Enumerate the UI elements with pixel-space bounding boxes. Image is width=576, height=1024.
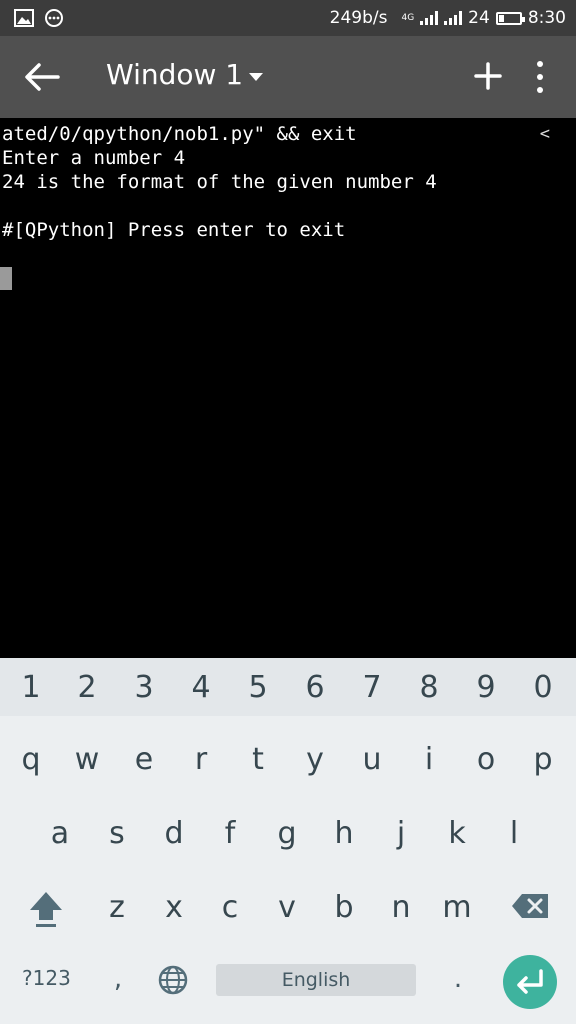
- key-k[interactable]: k: [434, 814, 480, 854]
- key-6[interactable]: 6: [292, 668, 338, 708]
- shift-icon[interactable]: [26, 888, 66, 930]
- key-4[interactable]: 4: [178, 668, 224, 708]
- terminal-output[interactable]: ated/0/qpython/nob1.py" && exit Enter a …: [0, 118, 576, 658]
- key-p[interactable]: p: [520, 740, 566, 780]
- soft-keyboard: 1 2 3 4 5 6 7 8 9 0 q w e r t y u i o p …: [0, 658, 576, 1024]
- key-c[interactable]: c: [207, 888, 253, 928]
- key-7[interactable]: 7: [349, 668, 395, 708]
- more-vert-icon[interactable]: [528, 58, 552, 96]
- comma-key[interactable]: ,: [108, 964, 128, 994]
- chat-icon: [45, 9, 63, 27]
- status-bar: 249b/s 4G 24 8:30: [0, 0, 576, 36]
- key-a[interactable]: a: [37, 814, 83, 854]
- terminal-line: #[QPython] Press enter to exit: [2, 219, 346, 241]
- signal-icon: [444, 11, 463, 25]
- key-f[interactable]: f: [207, 814, 253, 854]
- key-e[interactable]: e: [121, 740, 167, 780]
- plus-icon[interactable]: [470, 58, 506, 94]
- key-0[interactable]: 0: [520, 668, 566, 708]
- terminal-line: ated/0/qpython/nob1.py" && exit: [2, 123, 357, 145]
- network-speed: 249b/s: [329, 8, 388, 28]
- page-title: Window 1: [106, 58, 244, 91]
- key-3[interactable]: 3: [121, 668, 167, 708]
- key-g[interactable]: g: [264, 814, 310, 854]
- key-v[interactable]: v: [264, 888, 310, 928]
- terminal-line: Enter a number 4: [2, 147, 186, 169]
- key-o[interactable]: o: [463, 740, 509, 780]
- key-5[interactable]: 5: [235, 668, 281, 708]
- key-z[interactable]: z: [94, 888, 140, 928]
- key-s[interactable]: s: [94, 814, 140, 854]
- key-j[interactable]: j: [378, 814, 424, 854]
- network-type: 4G: [401, 13, 415, 23]
- key-x[interactable]: x: [151, 888, 197, 928]
- key-b[interactable]: b: [321, 888, 367, 928]
- key-t[interactable]: t: [235, 740, 281, 780]
- key-1[interactable]: 1: [8, 668, 54, 708]
- enter-icon: [517, 969, 543, 994]
- symbols-key[interactable]: ?123: [22, 966, 71, 990]
- key-d[interactable]: d: [151, 814, 197, 854]
- key-w[interactable]: w: [64, 740, 110, 780]
- key-8[interactable]: 8: [406, 668, 452, 708]
- terminal-cursor: [0, 267, 12, 290]
- globe-icon[interactable]: [157, 964, 189, 996]
- key-u[interactable]: u: [349, 740, 395, 780]
- key-r[interactable]: r: [178, 740, 224, 780]
- dropdown-caret-icon: [249, 72, 264, 81]
- key-9[interactable]: 9: [463, 668, 509, 708]
- app-bar: Window 1: [0, 36, 576, 118]
- enter-button[interactable]: [503, 955, 557, 1009]
- key-q[interactable]: q: [8, 740, 54, 780]
- space-bar[interactable]: English: [216, 964, 416, 996]
- terminal-line: 24 is the format of the given number 4: [2, 171, 437, 193]
- key-m[interactable]: m: [434, 888, 480, 928]
- image-icon: [14, 9, 34, 27]
- key-n[interactable]: n: [378, 888, 424, 928]
- signal-icon: [420, 11, 439, 25]
- key-2[interactable]: 2: [64, 668, 110, 708]
- battery-icon: [495, 11, 525, 25]
- window-selector[interactable]: Window 1: [106, 58, 264, 91]
- backspace-icon[interactable]: [510, 892, 550, 920]
- key-h[interactable]: h: [321, 814, 367, 854]
- clock: 8:30: [527, 8, 566, 28]
- scroll-indicator[interactable]: <: [540, 124, 550, 144]
- key-l[interactable]: l: [491, 814, 537, 854]
- back-arrow-icon[interactable]: [22, 60, 60, 94]
- key-i[interactable]: i: [406, 740, 452, 780]
- key-y[interactable]: y: [292, 740, 338, 780]
- battery-level: 24: [468, 8, 490, 28]
- period-key[interactable]: .: [448, 964, 468, 994]
